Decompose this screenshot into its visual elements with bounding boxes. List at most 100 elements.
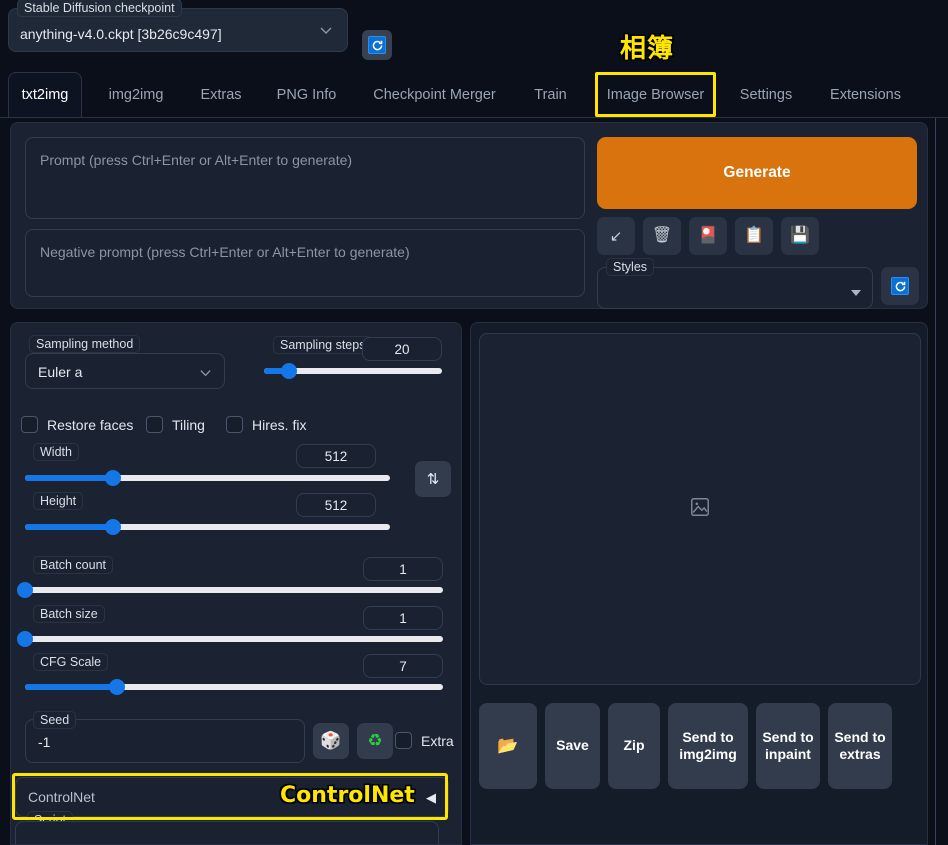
random-seed-button[interactable]: 🎲	[313, 723, 349, 759]
show-extra-networks-button[interactable]: 🎴	[689, 217, 727, 255]
apply-style-button[interactable]: 📋	[735, 217, 773, 255]
open-folder-button[interactable]: 📂	[479, 703, 537, 789]
prompt-input[interactable]: Prompt (press Ctrl+Enter or Alt+Enter to…	[25, 137, 585, 219]
main-tabbar: txt2img img2img Extras PNG Info Checkpoint M…	[0, 72, 948, 118]
save-button[interactable]: Save	[545, 703, 600, 789]
restore-progress-button[interactable]: ↙	[597, 217, 635, 255]
batch-size-label: Batch size	[33, 605, 105, 623]
swap-dimensions-button[interactable]: ⇅	[415, 461, 451, 497]
tab-txt2img[interactable]: txt2img	[8, 72, 82, 117]
checkbox-box[interactable]	[395, 732, 412, 749]
prompt-panel: Prompt (press Ctrl+Enter or Alt+Enter to…	[10, 122, 928, 309]
tab-image-browser[interactable]: Image Browser	[600, 72, 711, 117]
art-card-icon: 🎴	[698, 227, 718, 244]
sampling-method-value: Euler a	[38, 364, 83, 380]
width-label: Width	[33, 443, 79, 461]
tab-img2img[interactable]: img2img	[98, 72, 174, 117]
height-slider[interactable]	[25, 519, 390, 535]
recycle-icon: ♻	[367, 731, 383, 750]
tab-label: img2img	[108, 86, 164, 103]
negative-prompt-input[interactable]: Negative prompt (press Ctrl+Enter or Alt…	[25, 229, 585, 297]
tab-label: PNG Info	[276, 86, 337, 103]
panel-divider	[935, 118, 936, 845]
refresh-icon	[891, 277, 909, 295]
triangle-left-icon[interactable]: ◀	[426, 790, 436, 806]
cfg-scale-slider[interactable]	[25, 679, 443, 695]
tabbar-underline	[0, 117, 948, 118]
refresh-styles-button[interactable]	[881, 267, 919, 305]
slider-fill	[25, 684, 117, 690]
send-to-extras-button[interactable]: Send to extras	[828, 703, 892, 789]
tab-label: Extras	[200, 86, 242, 103]
script-dropdown[interactable]	[15, 821, 439, 844]
cfg-scale-value[interactable]: 7	[363, 654, 443, 678]
output-panel: 📂 Save Zip Send to img2img Send to inpaint Se…	[470, 322, 928, 845]
tab-label: Settings	[739, 86, 793, 103]
swap-arrows-icon: ⇅	[426, 471, 440, 488]
sampling-method-dropdown[interactable]: Euler a	[25, 353, 225, 389]
hires-fix-checkbox[interactable]: Hires. fix	[226, 416, 306, 433]
seed-value: -1	[38, 734, 51, 750]
checkbox-box[interactable]	[21, 416, 38, 433]
checkbox-box[interactable]	[146, 416, 163, 433]
styles-dropdown[interactable]: Styles	[597, 258, 873, 309]
slider-knob[interactable]	[17, 631, 33, 647]
slider-knob[interactable]	[17, 582, 33, 598]
tab-settings[interactable]: Settings	[731, 72, 801, 117]
batch-size-slider[interactable]	[17, 631, 443, 647]
tab-extras[interactable]: Extras	[191, 72, 251, 117]
tab-checkpoint-merger[interactable]: Checkpoint Merger	[362, 72, 507, 117]
clear-prompt-button[interactable]: 🗑	[643, 217, 681, 255]
settings-panel: Sampling method Euler a Sampling steps 2…	[10, 322, 462, 845]
batch-count-slider[interactable]	[17, 582, 443, 598]
tab-extensions[interactable]: Extensions	[821, 72, 910, 117]
width-value[interactable]: 512	[296, 444, 376, 468]
chevron-down-icon	[319, 23, 333, 37]
restore-faces-checkbox[interactable]: Restore faces	[21, 416, 133, 433]
controlnet-label: ControlNet	[28, 789, 95, 805]
slider-knob[interactable]	[280, 363, 297, 379]
annotation-controlnet-text: ControlNet	[280, 783, 415, 808]
sampling-steps-value[interactable]: 20	[362, 337, 442, 361]
checkbox-label: Restore faces	[47, 416, 134, 433]
tab-train[interactable]: Train	[527, 72, 574, 117]
styles-label: Styles	[606, 258, 655, 276]
clipboard-icon: 📋	[744, 227, 764, 244]
reuse-seed-button[interactable]: ♻	[357, 723, 393, 759]
batch-count-value[interactable]: 1	[363, 557, 443, 581]
slider-knob[interactable]	[104, 470, 121, 486]
sampling-method-label: Sampling method	[29, 335, 141, 353]
button-label: Send to img2img	[679, 728, 737, 763]
annotation-album-text: 相簿	[620, 34, 675, 64]
width-slider[interactable]	[25, 470, 390, 486]
batch-count-label: Batch count	[33, 556, 114, 574]
sampling-steps-slider[interactable]	[264, 363, 442, 379]
send-to-inpaint-button[interactable]: Send to inpaint	[756, 703, 820, 789]
trash-icon: 🗑	[651, 227, 673, 244]
tab-png-info[interactable]: PNG Info	[267, 72, 346, 117]
height-label: Height	[33, 492, 84, 510]
seed-label: Seed	[33, 711, 77, 729]
checkpoint-dropdown[interactable]: Stable Diffusion checkpoint anything-v4.…	[8, 0, 348, 52]
dice-icon: 🎲	[320, 731, 342, 750]
chevron-down-icon	[850, 284, 862, 302]
slider-fill	[25, 524, 113, 530]
extra-seed-checkbox[interactable]: Extra	[395, 732, 454, 749]
checkbox-box[interactable]	[226, 416, 243, 433]
slider-knob[interactable]	[104, 519, 121, 535]
floppy-disk-icon: 💾	[790, 227, 810, 244]
button-label: Save	[556, 737, 589, 754]
checkbox-label: Hires. fix	[252, 416, 307, 433]
batch-size-value[interactable]: 1	[363, 606, 443, 630]
refresh-checkpoints-button[interactable]	[362, 30, 392, 60]
image-preview-area[interactable]	[479, 333, 921, 685]
save-style-button[interactable]: 💾	[781, 217, 819, 255]
zip-button[interactable]: Zip	[608, 703, 660, 789]
generate-button[interactable]: Generate	[597, 137, 917, 209]
refresh-icon	[368, 36, 386, 54]
send-to-img2img-button[interactable]: Send to img2img	[668, 703, 748, 789]
checkpoint-label: Stable Diffusion checkpoint	[17, 0, 182, 17]
slider-knob[interactable]	[108, 679, 125, 695]
height-value[interactable]: 512	[296, 493, 376, 517]
tiling-checkbox[interactable]: Tiling	[146, 416, 205, 433]
